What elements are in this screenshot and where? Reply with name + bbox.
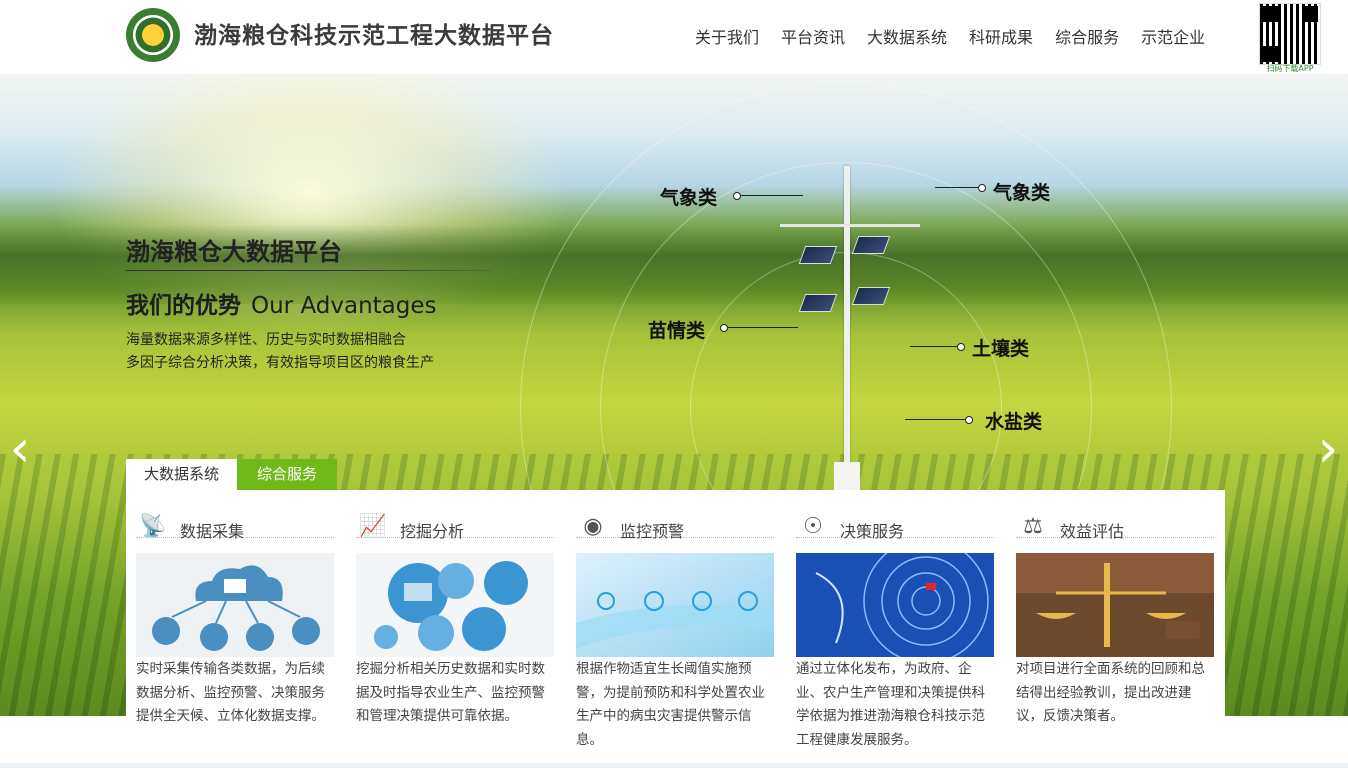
card-mining-analysis[interactable]: 📈 挖掘分析 挖掘分析相关历史数据和实时数据及时指导农业生产、监控预警和管理决策… xyxy=(356,490,554,724)
solar-panel xyxy=(851,287,891,305)
card-description: 对项目进行全面系统的回顾和总结得出经验教训，提出改进建议，反馈决策者。 xyxy=(1016,661,1205,724)
main-nav: 关于我们 平台资讯 大数据系统 科研成果 综合服务 示范企业 xyxy=(684,24,1216,48)
nav-item-research[interactable]: 科研成果 xyxy=(969,24,1033,48)
card-header: 📈 挖掘分析 xyxy=(356,490,554,541)
chevron-right-icon: › xyxy=(1317,419,1339,479)
nav-item-news[interactable]: 平台资讯 xyxy=(781,24,845,48)
nav-item-enterprises[interactable]: 示范企业 xyxy=(1141,24,1205,48)
chevron-left-icon: ‹ xyxy=(9,419,31,479)
card-title[interactable]: 监控预警 xyxy=(620,518,684,542)
site-title[interactable]: 渤海粮仓科技示范工程大数据平台 xyxy=(194,16,554,50)
card-header: ☉ 决策服务 xyxy=(796,490,994,541)
compass-icon: ☉ xyxy=(803,514,823,539)
card-title[interactable]: 挖掘分析 xyxy=(400,518,464,542)
station-base xyxy=(834,462,860,492)
card-header: ⚖ 效益评估 xyxy=(1016,490,1214,541)
callout-soil: 土壤类 xyxy=(972,338,1030,360)
card-title[interactable]: 数据采集 xyxy=(180,518,244,542)
solar-panel xyxy=(798,246,838,264)
mining-analysis-image xyxy=(356,553,554,657)
card-title[interactable]: 决策服务 xyxy=(840,518,904,542)
nav-item-bigdata[interactable]: 大数据系统 xyxy=(867,24,947,48)
carousel-prev-button[interactable]: ‹ xyxy=(0,419,40,479)
data-collection-image xyxy=(136,553,334,657)
card-header: ◉ 监控预警 xyxy=(576,490,774,541)
callout-dot xyxy=(978,184,986,192)
callout-water-salt: 水盐类 xyxy=(985,411,1043,433)
carousel-next-button[interactable]: › xyxy=(1308,419,1348,479)
callout-dot xyxy=(957,343,965,351)
decision-service-image xyxy=(796,553,994,657)
hero-title: 渤海粮仓大数据平台 xyxy=(126,238,342,266)
hero-subtitle: 我们的优势 Our Advantages xyxy=(126,286,437,320)
hero-line-2: 多因子综合分析决策，有效指导项目区的粮食生产 xyxy=(126,355,434,371)
callout-line xyxy=(741,195,803,196)
service-tabs: 大数据系统 综合服务 xyxy=(126,459,338,490)
header: 渤海粮仓科技示范工程大数据平台 关于我们 平台资讯 大数据系统 科研成果 综合服… xyxy=(0,0,1348,74)
hero-divider xyxy=(126,270,492,271)
service-panel: 📡 数据采集 实时采集传输各类数据，为后续数据分析、监控预警、决策服务提供全天候… xyxy=(126,490,1225,768)
monitoring-warning-image xyxy=(576,553,774,657)
tab-integrated-services[interactable]: 综合服务 xyxy=(237,459,338,490)
site-logo[interactable] xyxy=(126,8,180,62)
solar-panel xyxy=(851,236,891,254)
hero-subtitle-cn: 我们的优势 xyxy=(126,293,241,319)
card-description: 通过立体化发布，为政府、企业、农户生产管理和决策提供科学依据为推进渤海粮仓科技示… xyxy=(796,661,985,748)
chart-monitor-icon: 📈 xyxy=(359,514,387,539)
station-pole xyxy=(844,166,850,491)
callout-dot xyxy=(733,192,741,200)
hero-subtitle-en: Our Advantages xyxy=(251,293,437,319)
callout-weather-left: 气象类 xyxy=(660,187,718,209)
tab-bigdata-system[interactable]: 大数据系统 xyxy=(126,459,238,490)
callout-weather-right: 气象类 xyxy=(993,182,1051,204)
card-monitoring-warning[interactable]: ◉ 监控预警 根据作物适宜生长阈值实施预警，为提前预防和科学处置农业生产中的病虫… xyxy=(576,490,774,748)
card-decision-service[interactable]: ☉ 决策服务 通过立体化发布，为政府、企业、农户生产管理和决策提供科学依据为推进… xyxy=(796,490,994,748)
callout-line xyxy=(935,187,978,188)
nav-item-services[interactable]: 综合服务 xyxy=(1055,24,1119,48)
webcam-icon: ◉ xyxy=(583,514,603,539)
footer-strip xyxy=(0,763,1348,768)
station-arm xyxy=(780,224,920,227)
nav-item-about[interactable]: 关于我们 xyxy=(695,24,759,48)
callout-line xyxy=(910,346,957,347)
callout-line xyxy=(905,419,965,420)
card-description: 实时采集传输各类数据，为后续数据分析、监控预警、决策服务提供全天候、立体化数据支… xyxy=(136,661,325,724)
benefit-evaluation-image xyxy=(1016,553,1214,657)
card-data-collection[interactable]: 📡 数据采集 实时采集传输各类数据，为后续数据分析、监控预警、决策服务提供全天候… xyxy=(136,490,334,724)
card-header: 📡 数据采集 xyxy=(136,490,334,541)
callout-dot xyxy=(720,324,728,332)
card-description: 根据作物适宜生长阈值实施预警，为提前预防和科学处置农业生产中的病虫灾害提供警示信… xyxy=(576,661,765,748)
qr-code-icon xyxy=(1259,3,1321,65)
card-description: 挖掘分析相关历史数据和实时数据及时指导农业生产、监控预警和管理决策提供可靠依据。 xyxy=(356,661,545,724)
callout-dot xyxy=(965,416,973,424)
scales-icon: ⚖ xyxy=(1023,514,1043,539)
satellite-dish-icon: 📡 xyxy=(139,514,167,539)
hero-line-1: 海量数据来源多样性、历史与实时数据相融合 xyxy=(126,332,406,348)
solar-panel xyxy=(798,294,838,312)
card-benefit-evaluation[interactable]: ⚖ 效益评估 对项目进行全面系统的回顾和总结得出经验教训，提出改进建议，反馈决策… xyxy=(1016,490,1214,724)
callout-line xyxy=(728,327,798,328)
card-title[interactable]: 效益评估 xyxy=(1060,518,1124,542)
qr-caption: 扫码下载APP xyxy=(1266,64,1314,73)
callout-seedling: 苗情类 xyxy=(648,320,706,342)
